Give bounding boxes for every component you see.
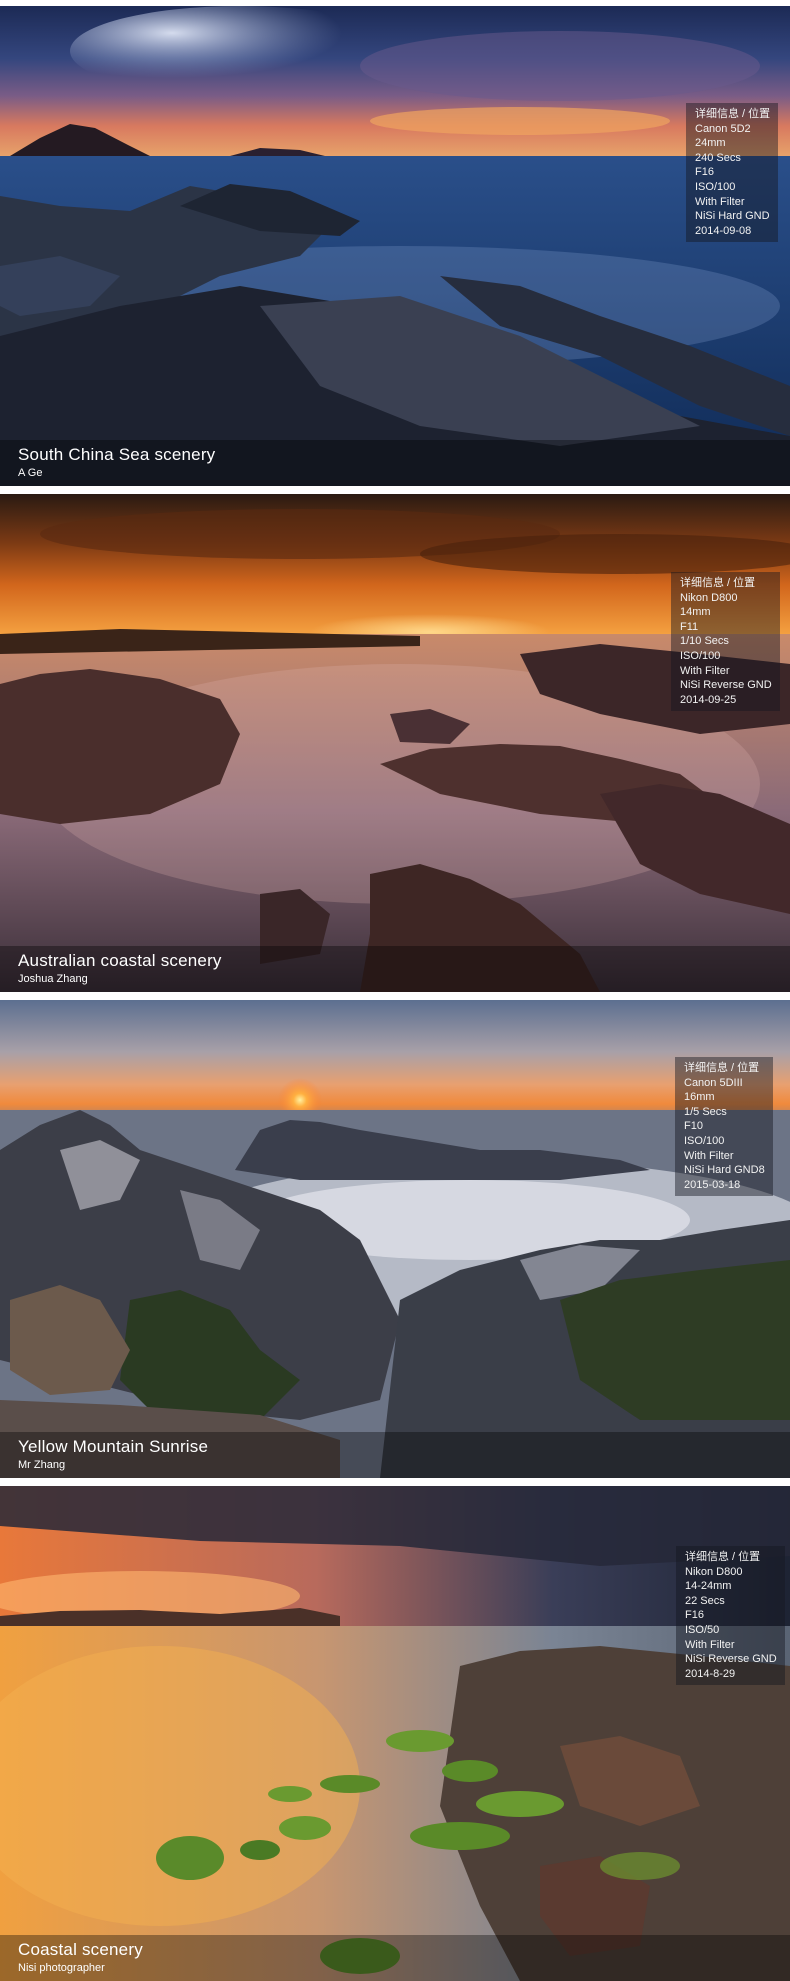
exif-iso: ISO/50	[685, 1623, 720, 1636]
exif-shutter: 1/5 Secs	[684, 1105, 727, 1118]
photo-author: Nisi photographer	[18, 1962, 105, 1974]
exif-iso: ISO/100	[680, 649, 721, 662]
photo-yellow-mountain: 详细信息 / 位置 Canon 5DIII 16mm 1/5 Secs F10 …	[0, 1000, 790, 1478]
exif-camera: Canon 5D2	[695, 122, 751, 135]
photo-title: Yellow Mountain Sunrise	[18, 1437, 209, 1456]
exif-shutter: 240 Secs	[695, 151, 741, 164]
photo-author: A Ge	[18, 467, 43, 479]
photo-caption: Australian coastal scenery Joshua Zhang	[0, 946, 790, 992]
exif-filter: NiSi Hard GND	[695, 210, 770, 223]
exif-date: 2014-09-25	[680, 693, 737, 706]
exif-heading: 详细信息 / 位置	[685, 1551, 761, 1563]
exif-date: 2015-03-18	[684, 1178, 741, 1191]
exif-filter: NiSi Reverse GND	[685, 1653, 777, 1666]
exif-date: 2014-8-29	[685, 1667, 736, 1680]
exif-date: 2014-09-08	[695, 224, 752, 237]
photo-caption: Yellow Mountain Sunrise Mr Zhang	[0, 1432, 790, 1478]
exif-filter-label: With Filter	[680, 664, 730, 677]
photo-coastal-scenery: 详细信息 / 位置 Nikon D800 14-24mm 22 Secs F16…	[0, 1486, 790, 1981]
exif-filter: NiSi Hard GND8	[684, 1164, 765, 1177]
exif-filter-label: With Filter	[684, 1149, 734, 1162]
exif-focal-length: 16mm	[684, 1091, 715, 1104]
exif-filter: NiSi Reverse GND	[680, 679, 772, 692]
photo-title: Coastal scenery	[18, 1940, 143, 1959]
exif-focal-length: 14-24mm	[685, 1580, 732, 1593]
exif-heading: 详细信息 / 位置	[695, 108, 771, 120]
exif-camera: Canon 5DIII	[684, 1076, 743, 1089]
photo-australian-coast: 详细信息 / 位置 Nikon D800 14mm F11 1/10 Secs …	[0, 494, 790, 992]
exif-heading: 详细信息 / 位置	[684, 1062, 760, 1074]
exif-shutter: 1/10 Secs	[680, 635, 729, 648]
landscape-image	[0, 1000, 790, 1478]
exif-focal-length: 24mm	[695, 137, 726, 150]
landscape-image	[0, 1486, 790, 1981]
photo-title: Australian coastal scenery	[18, 951, 222, 970]
exif-camera: Nikon D800	[680, 591, 738, 604]
photo-south-china-sea: 详细信息 / 位置 Canon 5D2 24mm 240 Secs F16 IS…	[0, 6, 790, 486]
exif-shutter: 22 Secs	[685, 1594, 725, 1607]
photo-caption: Coastal scenery Nisi photographer	[0, 1935, 790, 1981]
exif-iso: ISO/100	[695, 180, 736, 193]
photo-author: Joshua Zhang	[18, 973, 88, 985]
exif-filter-label: With Filter	[695, 195, 745, 208]
exif-info-panel: 详细信息 / 位置 Canon 5D2 24mm 240 Secs F16 IS…	[686, 103, 779, 243]
photo-caption: South China Sea scenery A Ge	[0, 440, 790, 486]
photo-title: South China Sea scenery	[18, 445, 216, 464]
exif-info-panel: 详细信息 / 位置 Nikon D800 14mm F11 1/10 Secs …	[671, 572, 780, 712]
exif-info-panel: 详细信息 / 位置 Canon 5DIII 16mm 1/5 Secs F10 …	[675, 1057, 773, 1197]
photo-author: Mr Zhang	[18, 1459, 66, 1471]
exif-heading: 详细信息 / 位置	[680, 577, 756, 589]
exif-iso: ISO/100	[684, 1134, 725, 1147]
exif-aperture: F11	[680, 620, 699, 633]
landscape-image	[0, 494, 790, 992]
exif-camera: Nikon D800	[685, 1565, 743, 1578]
exif-focal-length: 14mm	[680, 606, 711, 619]
exif-filter-label: With Filter	[685, 1638, 735, 1651]
landscape-image	[0, 6, 790, 486]
exif-info-panel: 详细信息 / 位置 Nikon D800 14-24mm 22 Secs F16…	[676, 1546, 785, 1686]
exif-aperture: F16	[685, 1609, 704, 1622]
exif-aperture: F16	[695, 166, 714, 179]
exif-aperture: F10	[684, 1120, 703, 1133]
